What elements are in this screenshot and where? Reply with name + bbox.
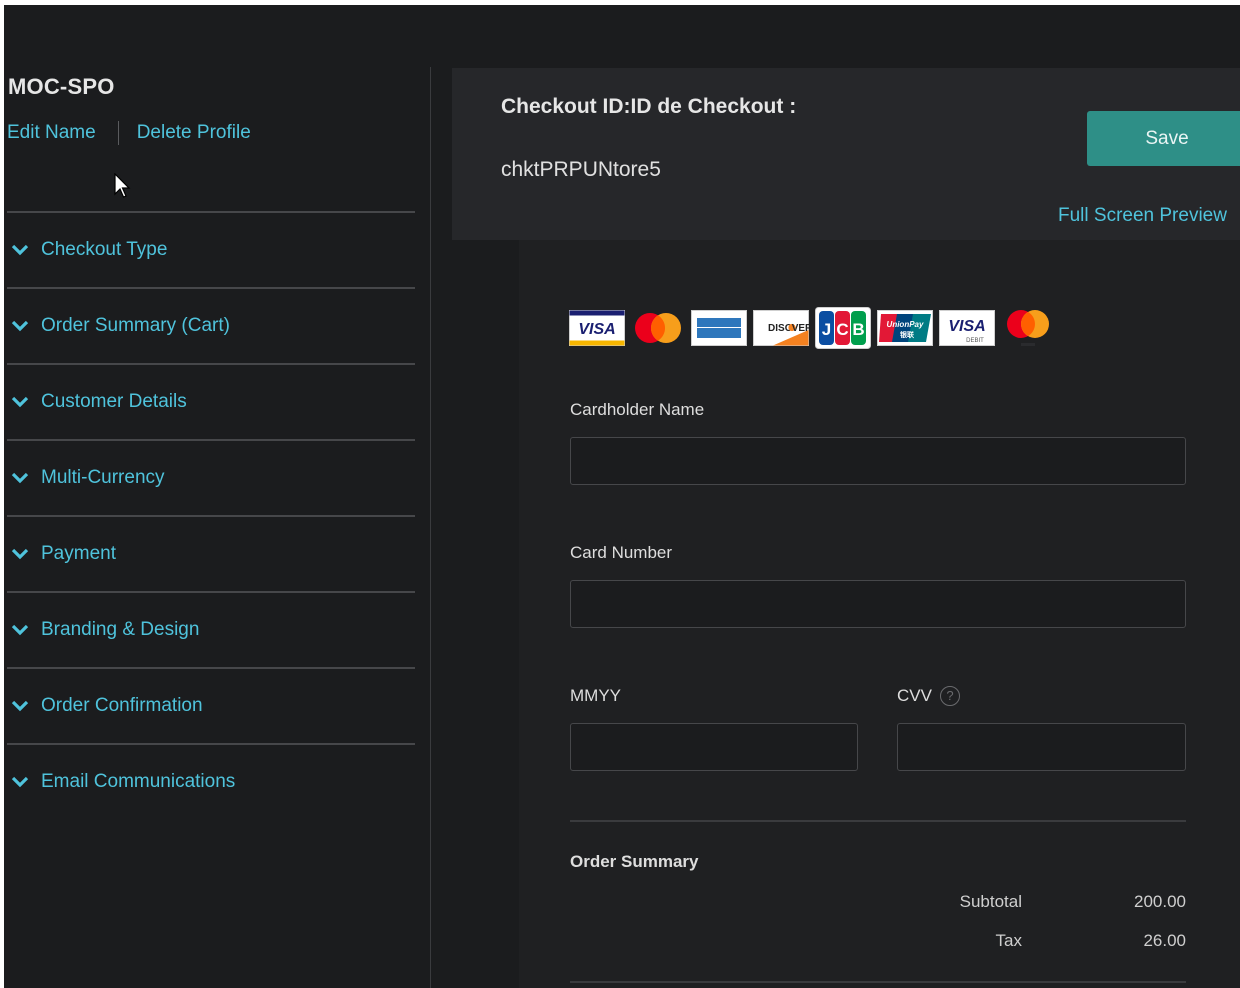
accepted-cards: VISA DISC VER J C B UnionPay 银联 VISA DEB…	[569, 307, 1061, 349]
sidebar-item-label: Checkout Type	[41, 239, 168, 260]
svg-text:UnionPay: UnionPay	[887, 320, 924, 329]
app-window: MOC-SPO Edit Name Delete Profile Checkou…	[4, 5, 1240, 988]
sidebar-sections: Checkout Type Order Summary (Cart) Custo…	[7, 211, 415, 819]
sidebar-item-email-communications[interactable]: Email Communications	[7, 743, 415, 819]
sidebar-item-label: Multi-Currency	[41, 467, 165, 488]
divider	[570, 820, 1186, 822]
visa-card-icon: VISA	[569, 310, 625, 346]
jcb-card-icon: J C B	[815, 307, 871, 349]
sidebar-item-label: Order Confirmation	[41, 695, 203, 716]
visa-debit-card-icon: VISA DEBIT	[939, 310, 995, 346]
top-bar	[4, 5, 1240, 62]
checkout-header: Checkout ID:ID de Checkout : chktPRPUNto…	[452, 68, 1240, 240]
sidebar-item-label: Order Summary (Cart)	[41, 315, 230, 336]
svg-text:DEBIT: DEBIT	[966, 338, 984, 344]
payment-form-panel: VISA DISC VER J C B UnionPay 银联 VISA DEB…	[519, 240, 1240, 988]
sidebar-item-customer-details[interactable]: Customer Details	[7, 363, 415, 439]
help-icon[interactable]: ?	[940, 686, 960, 706]
expiry-input[interactable]	[570, 723, 858, 771]
full-screen-preview-link[interactable]: Full Screen Preview	[1058, 205, 1227, 227]
svg-text:DISC: DISC	[768, 323, 792, 334]
sidebar-divider	[430, 67, 431, 988]
tax-label: Tax	[995, 931, 1022, 950]
sidebar-item-multi-currency[interactable]: Multi-Currency	[7, 439, 415, 515]
card-number-input[interactable]	[570, 580, 1186, 628]
svg-text:VISA: VISA	[948, 318, 985, 335]
chevron-down-icon	[11, 700, 29, 712]
svg-text:B: B	[852, 320, 864, 339]
svg-text:J: J	[822, 320, 831, 339]
tax-value: 26.00	[1143, 931, 1186, 950]
svg-text:C: C	[836, 320, 848, 339]
cvv-input[interactable]	[897, 723, 1186, 771]
svg-text:VER: VER	[792, 323, 809, 334]
sidebar-item-label: Branding & Design	[41, 619, 200, 640]
expiry-label: MMYY	[570, 686, 621, 705]
cvv-label: CVV	[897, 686, 932, 705]
unionpay-card-icon: UnionPay 银联	[877, 310, 933, 346]
delete-profile-link[interactable]: Delete Profile	[137, 122, 251, 144]
mastercard-icon	[635, 313, 681, 343]
sidebar-item-payment[interactable]: Payment	[7, 515, 415, 591]
svg-text:VISA: VISA	[578, 321, 615, 338]
chevron-down-icon	[11, 472, 29, 484]
chevron-down-icon	[11, 624, 29, 636]
mouse-cursor-icon	[114, 173, 131, 198]
checkout-id-value: chktPRPUNtore5	[501, 158, 661, 181]
sidebar-item-label: Payment	[41, 543, 116, 564]
profile-name: MOC-SPO	[8, 74, 115, 99]
chevron-down-icon	[11, 320, 29, 332]
sidebar-item-label: Customer Details	[41, 391, 187, 412]
checkout-id-label: Checkout ID:ID de Checkout :	[501, 95, 797, 118]
chevron-down-icon	[11, 776, 29, 788]
sidebar-item-branding-design[interactable]: Branding & Design	[7, 591, 415, 667]
chevron-down-icon	[11, 396, 29, 408]
sidebar-item-order-confirmation[interactable]: Order Confirmation	[7, 667, 415, 743]
subtotal-value: 200.00	[1134, 892, 1186, 911]
sidebar-item-order-summary[interactable]: Order Summary (Cart)	[7, 287, 415, 363]
card-number-label: Card Number	[570, 543, 673, 562]
divider	[117, 121, 119, 145]
subtotal-label: Subtotal	[959, 892, 1022, 911]
discover-card-icon: DISC VER	[753, 310, 809, 346]
sidebar-item-label: Email Communications	[41, 771, 236, 792]
cardholder-name-input[interactable]	[570, 437, 1186, 485]
maestro-card-icon	[1007, 310, 1049, 346]
divider	[570, 981, 1186, 983]
svg-text:银联: 银联	[900, 330, 915, 339]
order-summary-title: Order Summary	[570, 852, 699, 871]
chevron-down-icon	[11, 548, 29, 560]
profile-actions: Edit Name Delete Profile	[7, 121, 251, 145]
cardholder-name-label: Cardholder Name	[570, 400, 705, 419]
save-button[interactable]: Save	[1087, 111, 1240, 166]
american-express-icon	[691, 310, 747, 346]
chevron-down-icon	[11, 244, 29, 256]
sidebar-item-checkout-type[interactable]: Checkout Type	[7, 211, 415, 287]
edit-name-link[interactable]: Edit Name	[7, 122, 96, 144]
